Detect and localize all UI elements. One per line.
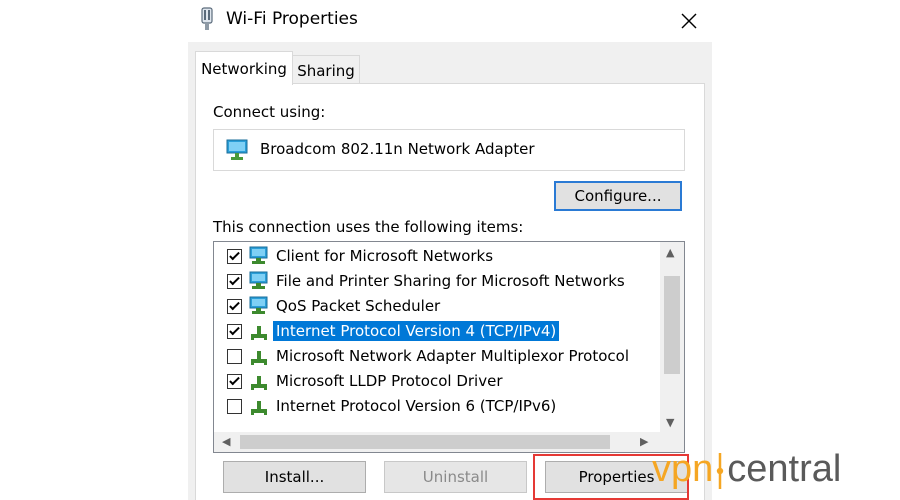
scroll-left-icon[interactable]: ◀ <box>222 435 230 448</box>
title-bar: Wi-Fi Properties <box>188 0 712 42</box>
uninstall-button[interactable]: Uninstall <box>384 461 527 493</box>
network-client-icon <box>249 246 268 264</box>
install-button[interactable]: Install... <box>223 461 366 493</box>
scroll-up-icon[interactable]: ▲ <box>666 246 674 259</box>
item-label: Internet Protocol Version 6 (TCP/IPv6) <box>276 397 557 415</box>
window-title: Wi-Fi Properties <box>226 9 358 29</box>
networking-panel: Connect using: Broadcom 802.11n Network … <box>195 83 705 500</box>
checkbox[interactable] <box>227 324 242 339</box>
list-item[interactable]: Client for Microsoft Networks <box>214 244 654 269</box>
watermark-vpn: vpn <box>652 448 714 490</box>
checkbox[interactable] <box>227 299 242 314</box>
list-item[interactable]: File and Printer Sharing for Microsoft N… <box>214 269 654 294</box>
checkbox[interactable] <box>227 399 242 414</box>
connect-using-label: Connect using: <box>213 103 326 121</box>
scroll-thumb[interactable] <box>664 276 680 374</box>
network-protocol-icon <box>251 351 267 365</box>
vpncentral-watermark: vpn central <box>652 448 841 491</box>
tab-networking[interactable]: Networking <box>195 51 293 85</box>
checkbox[interactable] <box>227 249 242 264</box>
scroll-right-icon[interactable]: ▶ <box>640 435 648 448</box>
network-protocol-icon <box>251 401 267 415</box>
network-service-icon <box>249 271 268 289</box>
item-label: Client for Microsoft Networks <box>276 247 494 265</box>
watermark-logo-icon <box>717 452 724 489</box>
network-adapter-icon <box>226 139 248 160</box>
network-protocol-icon <box>251 376 267 390</box>
network-service-icon <box>249 296 268 314</box>
checkbox[interactable] <box>227 349 242 364</box>
adapter-name: Broadcom 802.11n Network Adapter <box>260 140 535 158</box>
item-label: File and Printer Sharing for Microsoft N… <box>276 272 625 290</box>
vertical-scrollbar[interactable]: ▲ ▼ <box>660 242 684 432</box>
horizontal-scrollbar[interactable]: ◀ ▶ <box>214 432 684 452</box>
configure-button[interactable]: Configure... <box>554 181 682 211</box>
items-label: This connection uses the following items… <box>213 218 524 236</box>
item-label: Microsoft LLDP Protocol Driver <box>276 372 503 390</box>
wifi-adapter-icon <box>201 7 213 30</box>
tab-sharing[interactable]: Sharing <box>292 55 360 84</box>
list-item[interactable]: Microsoft LLDP Protocol Driver <box>214 369 654 394</box>
checkbox[interactable] <box>227 274 242 289</box>
network-protocol-icon <box>251 326 267 340</box>
item-label: Internet Protocol Version 4 (TCP/IPv4) <box>273 321 560 341</box>
item-label: QoS Packet Scheduler <box>276 297 441 315</box>
adapter-field: Broadcom 802.11n Network Adapter <box>213 129 685 171</box>
list-item[interactable]: Internet Protocol Version 6 (TCP/IPv6) <box>214 394 654 419</box>
list-item[interactable]: QoS Packet Scheduler <box>214 294 654 319</box>
item-label: Microsoft Network Adapter Multiplexor Pr… <box>276 347 629 365</box>
scroll-down-icon[interactable]: ▼ <box>666 416 674 429</box>
close-icon[interactable] <box>674 6 704 36</box>
components-list[interactable]: Client for Microsoft Networks File and P… <box>213 241 685 453</box>
list-item[interactable]: Microsoft Network Adapter Multiplexor Pr… <box>214 344 654 369</box>
watermark-central: central <box>727 448 842 490</box>
wifi-properties-dialog: Wi-Fi Properties Networking Sharing Conn… <box>188 0 712 500</box>
list-item[interactable]: Internet Protocol Version 4 (TCP/IPv4) <box>214 319 654 344</box>
checkbox[interactable] <box>227 374 242 389</box>
scroll-thumb[interactable] <box>240 435 610 449</box>
